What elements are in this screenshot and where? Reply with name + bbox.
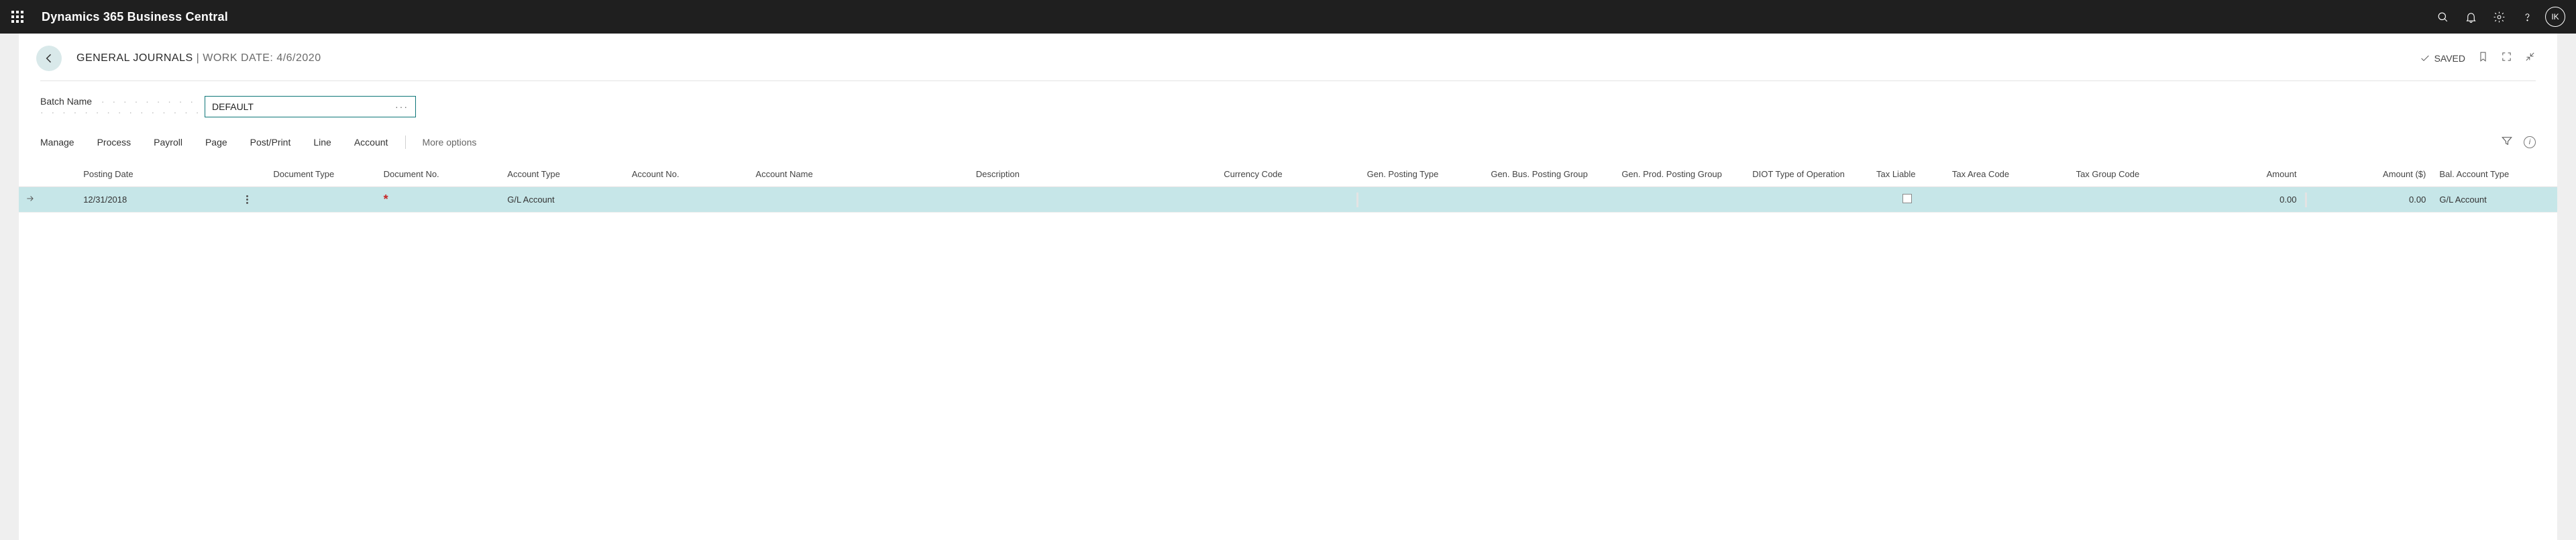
avatar[interactable]: IK bbox=[2545, 7, 2565, 27]
filter-icon[interactable] bbox=[2501, 135, 2513, 149]
required-asterisk-icon: * bbox=[384, 193, 388, 206]
cell-account-name[interactable] bbox=[749, 187, 969, 213]
col-gen-prod-group[interactable]: Gen. Prod. Posting Group bbox=[1615, 164, 1746, 187]
cell-description[interactable] bbox=[969, 187, 1217, 213]
gear-icon[interactable] bbox=[2485, 0, 2513, 34]
col-amount[interactable]: Amount bbox=[2180, 164, 2304, 187]
batch-name-select[interactable]: DEFAULT ··· bbox=[205, 96, 416, 117]
page-title-sep: | bbox=[193, 52, 203, 64]
table-row[interactable]: 12/31/2018 * G/L Account bbox=[19, 187, 2557, 213]
row-selector-icon[interactable] bbox=[19, 187, 76, 213]
info-icon[interactable]: i bbox=[2524, 136, 2536, 148]
menu-account[interactable]: Account bbox=[354, 137, 388, 148]
page-header: GENERAL JOURNALS | WORK DATE: 4/6/2020 S… bbox=[40, 34, 2536, 80]
cell-posting-date[interactable]: 12/31/2018 bbox=[76, 187, 228, 213]
cell-account-no[interactable] bbox=[625, 187, 749, 213]
col-amount-usd[interactable]: Amount ($) bbox=[2309, 164, 2433, 187]
cell-gen-bus-group[interactable] bbox=[1484, 187, 1615, 213]
checkbox[interactable] bbox=[1902, 194, 1912, 203]
menu-manage[interactable]: Manage bbox=[40, 137, 74, 148]
col-account-name[interactable]: Account Name bbox=[749, 164, 969, 187]
saved-status: SAVED bbox=[2420, 53, 2465, 64]
action-bar: Manage Process Payroll Page Post/Print L… bbox=[40, 135, 2536, 149]
batch-name-field: Batch Name · · · · · · · · · · · · · · ·… bbox=[40, 96, 2536, 117]
col-currency-code[interactable]: Currency Code bbox=[1217, 164, 1354, 187]
brand-title: Dynamics 365 Business Central bbox=[42, 10, 228, 24]
cell-document-type[interactable] bbox=[266, 187, 376, 213]
saved-label: SAVED bbox=[2434, 53, 2465, 64]
col-tax-liable[interactable]: Tax Liable bbox=[1870, 164, 1945, 187]
grid-header-row: Posting Date Document Type Document No. … bbox=[19, 164, 2557, 187]
col-tax-area-code[interactable]: Tax Area Code bbox=[1945, 164, 2070, 187]
help-icon[interactable] bbox=[2513, 0, 2541, 34]
search-icon[interactable] bbox=[2428, 0, 2457, 34]
menu-more-options[interactable]: More options bbox=[422, 137, 476, 148]
cell-account-type[interactable]: G/L Account bbox=[500, 187, 625, 213]
page-title-sub: WORK DATE: 4/6/2020 bbox=[203, 52, 321, 64]
row-menu-icon[interactable] bbox=[228, 187, 266, 213]
col-diot-type[interactable]: DIOT Type of Operation bbox=[1746, 164, 1870, 187]
menu-divider bbox=[405, 136, 406, 149]
col-posting-date[interactable]: Posting Date bbox=[76, 164, 228, 187]
menu-process[interactable]: Process bbox=[97, 137, 131, 148]
cell-amount-usd[interactable]: 0.00 bbox=[2309, 187, 2433, 213]
col-tax-group-code[interactable]: Tax Group Code bbox=[2070, 164, 2180, 187]
bookmark-icon[interactable] bbox=[2477, 51, 2489, 66]
col-description[interactable]: Description bbox=[969, 164, 1217, 187]
page: GENERAL JOURNALS | WORK DATE: 4/6/2020 S… bbox=[19, 34, 2557, 540]
journal-grid: Posting Date Document Type Document No. … bbox=[19, 164, 2557, 213]
cell-tax-group-code[interactable] bbox=[2070, 187, 2180, 213]
col-gen-posting-type[interactable]: Gen. Posting Type bbox=[1360, 164, 1485, 187]
col-account-no[interactable]: Account No. bbox=[625, 164, 749, 187]
popout-icon[interactable] bbox=[2501, 51, 2512, 66]
cell-bal-account-type[interactable]: G/L Account bbox=[2432, 187, 2557, 213]
cell-document-no[interactable]: * bbox=[377, 187, 501, 213]
col-bal-account-type[interactable]: Bal. Account Type bbox=[2432, 164, 2557, 187]
col-document-type[interactable]: Document Type bbox=[266, 164, 376, 187]
menu-page[interactable]: Page bbox=[205, 137, 227, 148]
cell-currency-code[interactable] bbox=[1217, 187, 1354, 213]
menu-post-print[interactable]: Post/Print bbox=[250, 137, 291, 148]
cell-gen-prod-group[interactable] bbox=[1615, 187, 1746, 213]
cell-gen-posting-type[interactable] bbox=[1360, 187, 1485, 213]
cell-tax-area-code[interactable] bbox=[1945, 187, 2070, 213]
cell-tax-liable[interactable] bbox=[1870, 187, 1945, 213]
cell-amount[interactable]: 0.00 bbox=[2180, 187, 2304, 213]
batch-name-lookup-icon[interactable]: ··· bbox=[395, 101, 409, 112]
page-title-main: GENERAL JOURNALS bbox=[76, 52, 193, 64]
cell-diot-type[interactable] bbox=[1746, 187, 1870, 213]
divider bbox=[40, 80, 2536, 81]
col-account-type[interactable]: Account Type bbox=[500, 164, 625, 187]
menu-payroll[interactable]: Payroll bbox=[154, 137, 182, 148]
topbar: Dynamics 365 Business Central IK bbox=[0, 0, 2576, 34]
batch-name-value: DEFAULT bbox=[212, 101, 254, 112]
page-title: GENERAL JOURNALS | WORK DATE: 4/6/2020 bbox=[76, 52, 321, 64]
collapse-icon[interactable] bbox=[2524, 51, 2536, 66]
col-document-no[interactable]: Document No. bbox=[377, 164, 501, 187]
app-launcher-icon[interactable] bbox=[8, 7, 27, 26]
menu-line[interactable]: Line bbox=[313, 137, 331, 148]
col-gen-bus-group[interactable]: Gen. Bus. Posting Group bbox=[1484, 164, 1615, 187]
check-icon bbox=[2420, 53, 2430, 64]
batch-name-label: Batch Name · · · · · · · · · · · · · · ·… bbox=[40, 96, 205, 117]
back-button[interactable] bbox=[36, 46, 62, 71]
notifications-icon[interactable] bbox=[2457, 0, 2485, 34]
